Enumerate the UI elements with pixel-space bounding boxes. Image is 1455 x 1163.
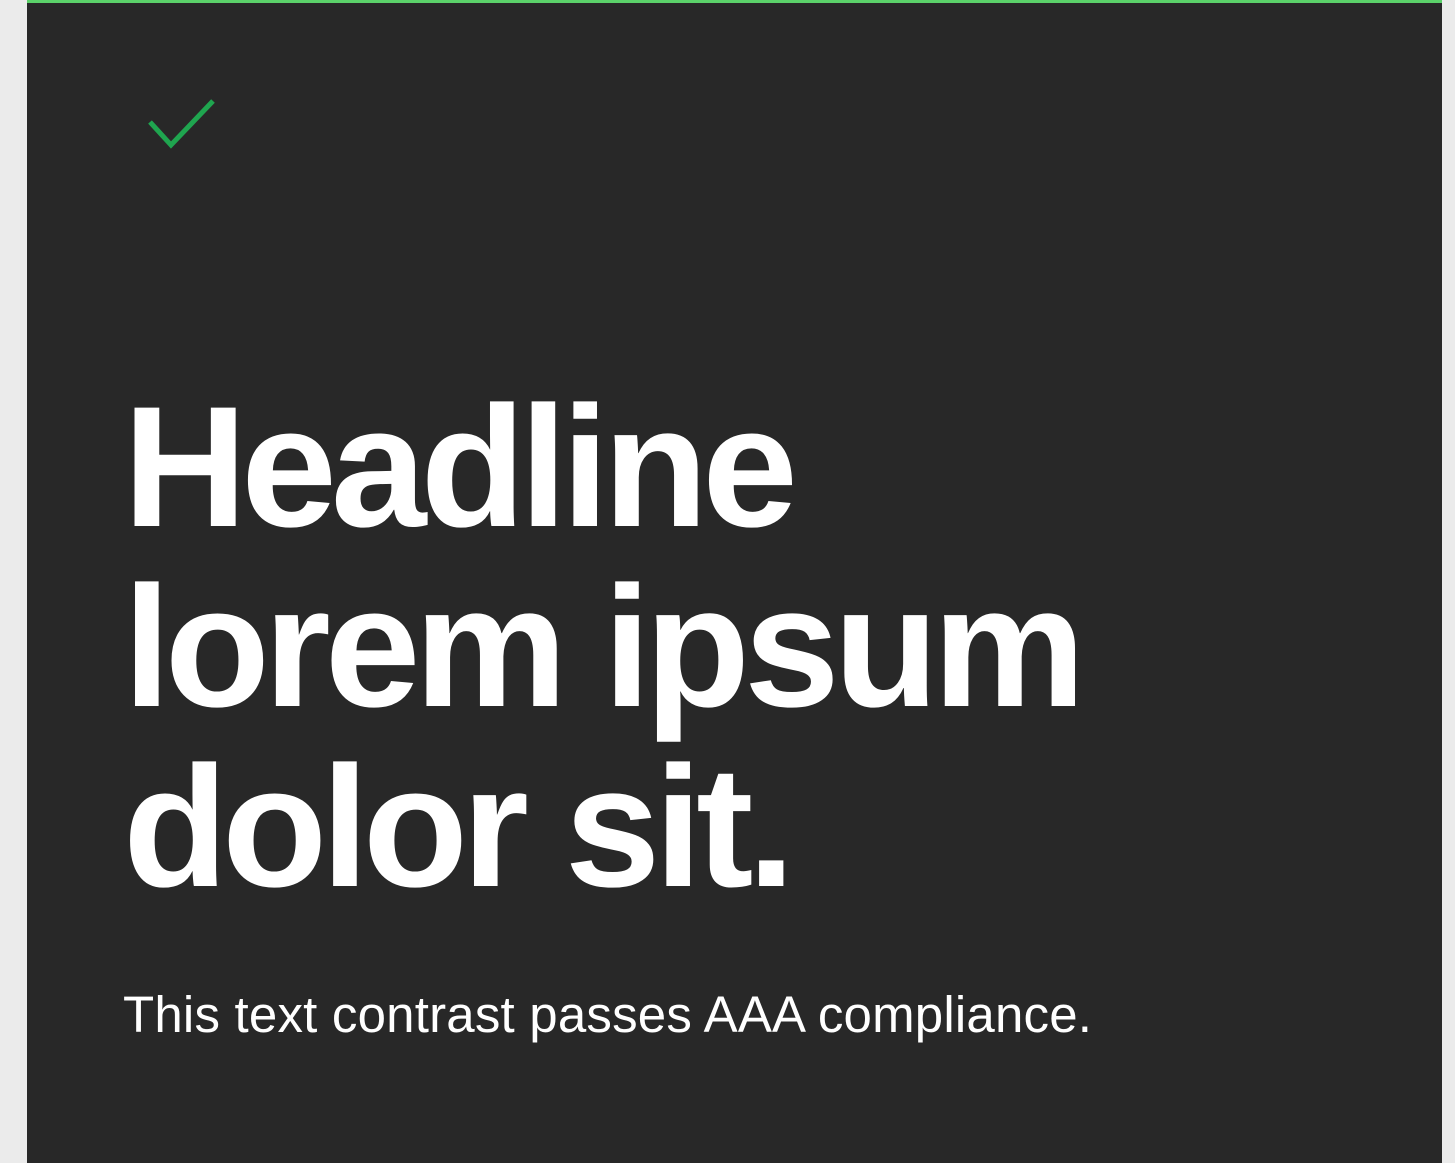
headline-line-1: Headline <box>123 371 798 563</box>
headline-line-2: lorem ipsum <box>123 551 1086 743</box>
headline-line-3: dolor sit. <box>123 731 795 923</box>
headline: Headline lorem ipsum dolor sit. <box>123 377 1323 917</box>
right-edge <box>1442 0 1455 1163</box>
page: Headline lorem ipsum dolor sit. This tex… <box>0 0 1455 1163</box>
compliance-text: This text contrast passes AAA compliance… <box>123 986 1093 1043</box>
check-icon <box>148 99 215 149</box>
contrast-card: Headline lorem ipsum dolor sit. This tex… <box>27 0 1442 1163</box>
